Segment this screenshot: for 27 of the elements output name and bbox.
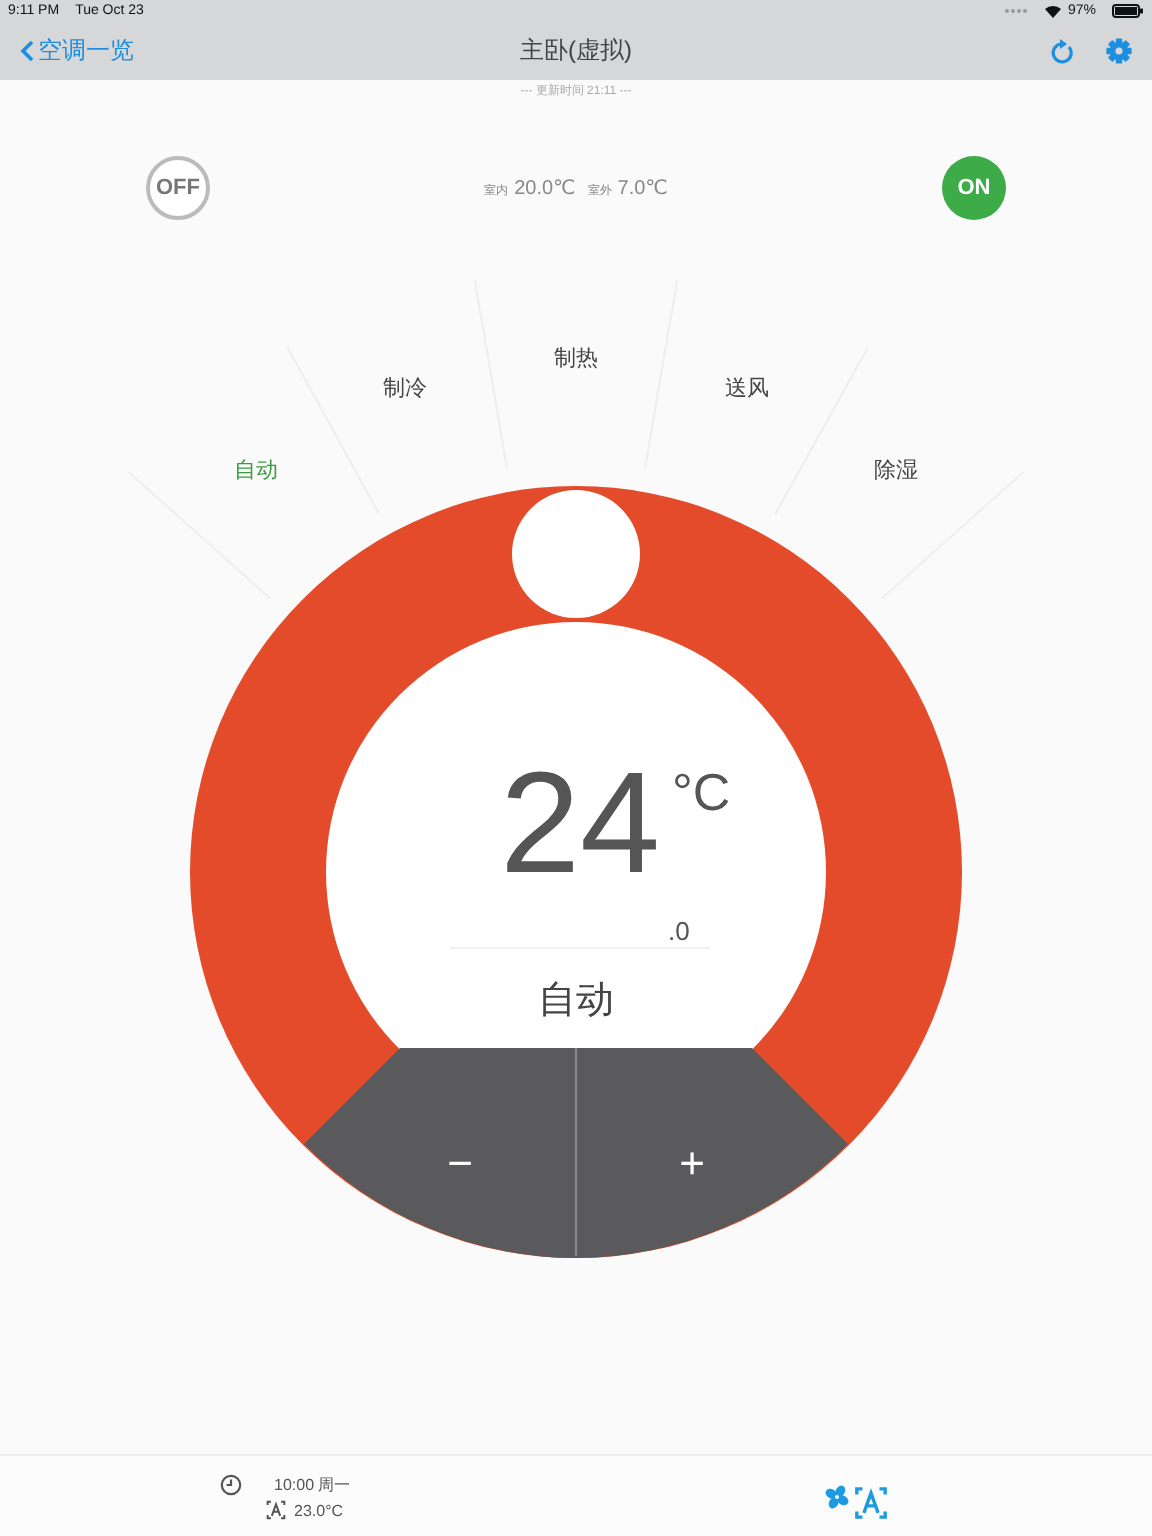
setpoint-decimal: .0 (668, 918, 690, 944)
battery-icon (1112, 4, 1144, 18)
auto-mode-icon (266, 1500, 286, 1520)
auto-mode-icon[interactable] (854, 1486, 888, 1520)
settings-icon[interactable] (1106, 38, 1132, 64)
temperature-unit: °C (672, 766, 731, 818)
mode-option[interactable]: 除湿 (869, 450, 922, 489)
power-button[interactable]: OFF (146, 156, 210, 220)
decrease-button[interactable]: − (304, 1048, 576, 1258)
wifi-icon (1043, 4, 1062, 18)
current-mode: 自动 (538, 978, 614, 1026)
schedule-temperature: 23.0°C (294, 1501, 344, 1519)
fan-icon[interactable] (824, 1484, 850, 1510)
setpoint-value: 24 (500, 752, 661, 896)
signal-icon (1003, 8, 1028, 14)
chevron-left-icon (20, 40, 34, 62)
mode-option[interactable]: 送风 (720, 368, 773, 407)
schedule-time: 10:00 周一 (274, 1474, 351, 1496)
mode-option[interactable]: 制冷 (379, 368, 432, 407)
indoor-temperature: 20.0℃ (514, 177, 576, 199)
mode-option[interactable]: 制热 (550, 339, 602, 377)
window-title: 主卧(虚拟) (520, 36, 632, 64)
increase-button[interactable]: + (575, 1047, 848, 1258)
dial-knob[interactable] (512, 490, 640, 618)
clock-icon (220, 1474, 242, 1496)
outdoor-temperature: 7.0℃ (617, 177, 668, 199)
refresh-icon[interactable] (1050, 38, 1074, 64)
